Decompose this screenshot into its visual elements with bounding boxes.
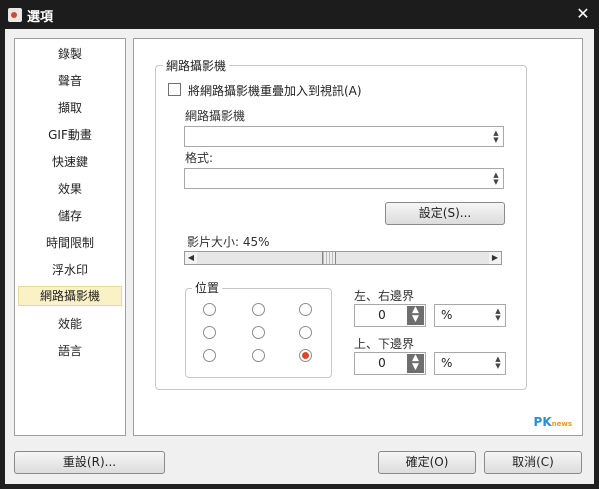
position-bottom-right-radio[interactable] <box>299 349 312 362</box>
dialog-body: 錄製 聲音 擷取 GIF動畫 快速鍵 效果 儲存 時間限制 浮水印 網路攝影機 … <box>5 29 594 484</box>
position-middle-right-radio[interactable] <box>299 326 312 339</box>
sidebar-item-hotkeys[interactable]: 快速鍵 <box>18 152 122 172</box>
position-center-radio[interactable] <box>252 326 265 339</box>
position-top-center-radio[interactable] <box>252 303 265 316</box>
vertical-margin-input[interactable]: 0 ▲ ▼ <box>354 352 426 375</box>
overlay-webcam-checkbox[interactable] <box>168 83 181 96</box>
sidebar-item-webcam[interactable]: 網路攝影機 <box>18 286 122 306</box>
slider-left-arrow-icon[interactable]: ◀ <box>185 252 197 264</box>
sidebar-item-audio[interactable]: 聲音 <box>18 71 122 91</box>
webcam-group-title: 網路攝影機 <box>163 57 230 74</box>
sidebar-item-performance[interactable]: 效能 <box>18 314 122 334</box>
stepper-icon[interactable]: ▲ ▼ <box>407 354 424 373</box>
spin-arrows-icon[interactable]: ▲ ▼ <box>493 356 503 370</box>
position-top-right-radio[interactable] <box>299 303 312 316</box>
vertical-unit-select[interactable]: % ▲ ▼ <box>434 352 506 375</box>
position-bottom-center-radio[interactable] <box>252 349 265 362</box>
sidebar-item-gif[interactable]: GIF動畫 <box>18 125 122 145</box>
sidebar-item-record[interactable]: 錄製 <box>18 44 122 64</box>
horizontal-margin-input[interactable]: 0 ▲ ▼ <box>354 304 426 327</box>
slider-right-arrow-icon[interactable]: ▶ <box>489 252 501 264</box>
vertical-margin-label: 上、下邊界 <box>354 337 415 351</box>
format-label: 格式: <box>185 151 214 165</box>
stepper-icon[interactable]: ▲ ▼ <box>407 306 424 325</box>
sidebar-item-capture[interactable]: 擷取 <box>18 98 122 118</box>
horizontal-margin-label: 左、右邊界 <box>354 289 415 303</box>
webcam-device-select[interactable]: ▲ ▼ <box>184 126 504 147</box>
spin-arrows-icon[interactable]: ▲ ▼ <box>493 308 503 322</box>
sidebar-item-watermark[interactable]: 浮水印 <box>18 260 122 280</box>
options-window: 選項 ✕ 錄製 聲音 擷取 GIF動畫 快速鍵 效果 儲存 時間限制 浮水印 網… <box>0 0 599 489</box>
reset-button[interactable]: 重設(R)... <box>14 451 165 474</box>
position-group <box>185 288 332 378</box>
video-size-label: 影片大小: 45% <box>187 235 270 249</box>
spin-arrows-icon[interactable]: ▲ ▼ <box>491 172 501 186</box>
settings-panel: 網路攝影機 將網路攝影機重疊加入到視訊(A) 網路攝影機 ▲ ▼ 格式: ▲ ▼ 設… <box>133 38 583 436</box>
window-title: 選項 <box>27 10 54 25</box>
overlay-webcam-label[interactable]: 將網路攝影機重疊加入到視訊(A) <box>188 82 362 99</box>
video-size-slider[interactable]: ◀ ▶ <box>184 251 502 265</box>
sidebar-item-time-limit[interactable]: 時間限制 <box>18 233 122 253</box>
vertical-margin-value: 0 <box>378 356 386 370</box>
webcam-settings-button[interactable]: 設定(S)... <box>385 202 505 225</box>
position-top-left-radio[interactable] <box>203 303 216 316</box>
watermark-brand: PK <box>533 415 552 429</box>
horizontal-unit-select[interactable]: % ▲ ▼ <box>434 304 506 327</box>
sidebar-item-effects[interactable]: 效果 <box>18 179 122 199</box>
horizontal-margin-value: 0 <box>378 308 386 322</box>
ok-button[interactable]: 確定(O) <box>378 451 476 474</box>
cancel-button[interactable]: 取消(C) <box>484 451 582 474</box>
horizontal-unit-value: % <box>441 308 453 322</box>
category-list: 錄製 聲音 擷取 GIF動畫 快速鍵 效果 儲存 時間限制 浮水印 網路攝影機 … <box>14 38 126 436</box>
vertical-unit-value: % <box>441 356 453 370</box>
slider-thumb[interactable] <box>322 252 337 264</box>
spin-arrows-icon[interactable]: ▲ ▼ <box>491 130 501 144</box>
sidebar-item-save[interactable]: 儲存 <box>18 206 122 226</box>
close-icon[interactable]: ✕ <box>573 4 593 24</box>
position-bottom-left-radio[interactable] <box>203 349 216 362</box>
app-icon <box>8 8 22 22</box>
watermark-sub: news <box>551 420 572 428</box>
title-bar: 選項 ✕ <box>0 0 599 29</box>
sidebar-item-language[interactable]: 語言 <box>18 341 122 361</box>
position-group-title: 位置 <box>192 279 223 296</box>
pk-watermark-logo: PKnews <box>534 415 572 429</box>
position-middle-left-radio[interactable] <box>203 326 216 339</box>
device-label: 網路攝影機 <box>185 109 246 123</box>
format-select[interactable]: ▲ ▼ <box>184 168 504 189</box>
